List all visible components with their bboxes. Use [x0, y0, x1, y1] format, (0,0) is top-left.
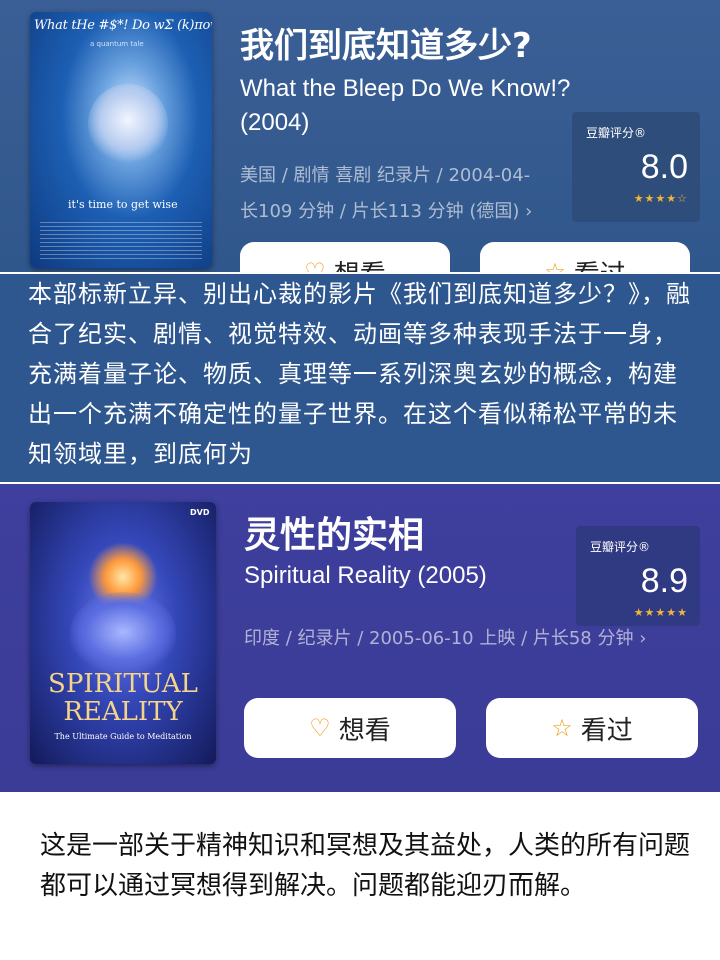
description-band: 本部标新立异、别出心裁的影片《我们到底知道多少？》，融合了纪实、剧情、视觉特效、…	[0, 274, 720, 482]
poster-credits-block	[40, 222, 202, 260]
poster-tagline: it's time to get wise	[68, 198, 178, 211]
movie-original-title: What the Bleep Do We Know!? (2004)	[240, 75, 571, 136]
poster-meditator-image	[70, 592, 176, 672]
poster-title: SPIRITUAL REALITY	[48, 669, 198, 727]
heart-plus-icon: ♡	[304, 258, 326, 272]
description-text: 本部标新立异、别出心裁的影片《我们到底知道多少？》，融合了纪实、剧情、视觉特效、…	[28, 280, 691, 468]
movie-card-spiritual-reality[interactable]: DVD SPIRITUAL REALITY The Ultimate Guide…	[0, 484, 720, 792]
movie-meta-line2: 长109 分钟 / 片长113 分钟 (德国) ›	[240, 201, 533, 222]
movie-original-title: Spiritual Reality (2005)	[244, 562, 487, 589]
want-label: 想看	[334, 254, 386, 273]
movie-meta-line1: 美国 / 剧情 喜剧 纪录片 / 2004-04-	[240, 165, 531, 186]
bottom-description: 这是一部关于精神知识和冥想及其益处，人类的所有问题都可以通过冥想得到解决。问题都…	[40, 831, 691, 901]
movie-title[interactable]: 我们到底知道多少?	[240, 18, 532, 67]
star-outline-icon: ☆	[551, 714, 573, 742]
seen-label: 看过	[574, 254, 626, 273]
movie-meta[interactable]: 美国 / 剧情 喜剧 纪录片 / 2004-04- 长109 分钟 / 片长11…	[240, 158, 570, 230]
movie-meta[interactable]: 印度 / 纪录片 / 2005-06-10 上映 / 片长58 分钟 ›	[244, 624, 704, 650]
want-to-watch-button[interactable]: ♡ 想看	[244, 698, 456, 758]
heart-plus-icon: ♡	[309, 714, 331, 742]
watched-button[interactable]: ☆ 看过	[480, 242, 690, 272]
movie-poster[interactable]: DVD SPIRITUAL REALITY The Ultimate Guide…	[30, 502, 216, 764]
douban-rating-box: 豆瓣评分® 8.9 ★★★★★	[576, 526, 700, 626]
dvd-badge: DVD	[190, 508, 210, 517]
douban-rating-box: 豆瓣评分® 8.0 ★★★★☆	[572, 112, 700, 222]
movie-card-what-the-bleep[interactable]: What tHe #$*! Do wΣ (k)πow!? a quantum t…	[0, 0, 720, 272]
poster-title: What tHe #$*! Do wΣ (k)πow!?	[34, 18, 212, 33]
movie-poster[interactable]: What tHe #$*! Do wΣ (k)πow!? a quantum t…	[30, 12, 212, 268]
want-label: 想看	[338, 715, 391, 746]
rating-label: 豆瓣评分®	[586, 126, 647, 140]
watched-button[interactable]: ☆ 看过	[486, 698, 698, 758]
poster-face-image	[88, 84, 168, 164]
movie-title[interactable]: 灵性的实相	[244, 506, 424, 558]
seen-label: 看过	[580, 715, 633, 746]
rating-label: 豆瓣评分®	[590, 540, 651, 554]
poster-subtitle: a quantum tale	[90, 40, 144, 48]
rating-stars: ★★★★★	[633, 606, 688, 619]
poster-subtitle: The Ultimate Guide to Meditation	[54, 732, 192, 741]
star-outline-icon: ☆	[544, 258, 566, 272]
rating-stars: ★★★★☆	[633, 192, 688, 205]
want-to-watch-button[interactable]: ♡ 想看	[240, 242, 450, 272]
rating-score: 8.0	[640, 148, 688, 186]
rating-score: 8.9	[640, 562, 688, 600]
